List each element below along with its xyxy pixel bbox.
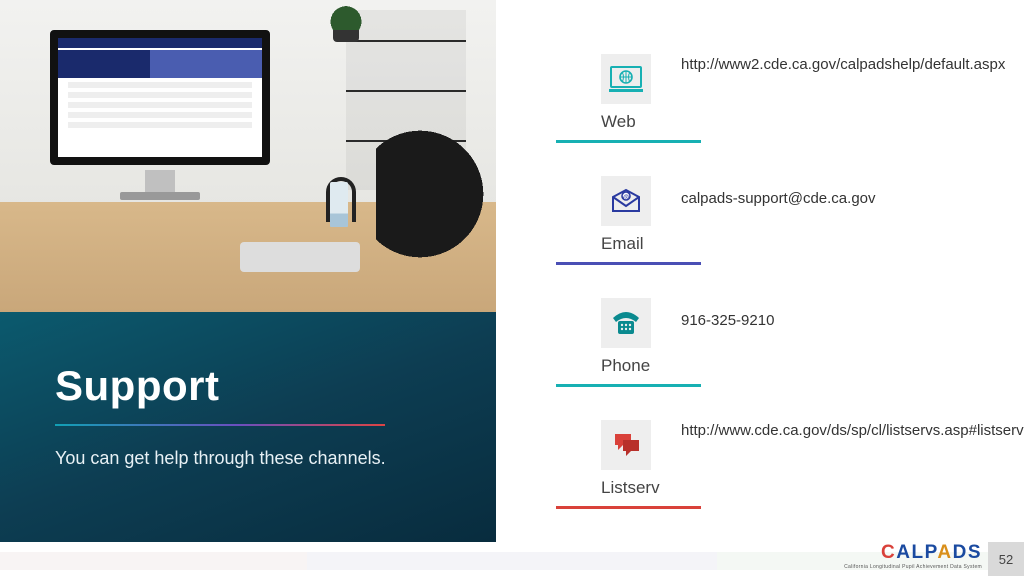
calpads-logo: CALPADS California Longitudinal Pupil Ac… <box>832 542 982 574</box>
channel-phone: 916-325-9210 Phone <box>566 298 984 392</box>
page-number: 52 <box>988 542 1024 576</box>
title-divider <box>55 424 385 426</box>
workspace-photo <box>0 0 496 312</box>
channel-divider <box>556 506 701 509</box>
channel-divider <box>556 262 701 265</box>
channel-label: Listserv <box>601 478 660 498</box>
channel-web: http://www2.cde.ca.gov/calpadshelp/defau… <box>566 54 984 148</box>
footer: CALPADS California Longitudinal Pupil Ac… <box>0 540 1024 576</box>
page-subtitle: You can get help through these channels. <box>55 448 441 469</box>
channel-value: calpads-support@cde.ca.gov <box>681 190 981 209</box>
channel-divider <box>556 384 701 387</box>
channel-divider <box>556 140 701 143</box>
channel-value: 916-325-9210 <box>681 312 981 331</box>
channel-value: http://www.cde.ca.gov/ds/sp/cl/listservs… <box>681 422 981 441</box>
channel-email: @ calpads-support@cde.ca.gov Email <box>566 176 984 270</box>
channel-label: Phone <box>601 356 650 376</box>
channels-column: http://www2.cde.ca.gov/calpadshelp/defau… <box>496 0 1024 576</box>
page-title: Support <box>55 362 441 410</box>
left-column: Support You can get help through these c… <box>0 0 496 576</box>
support-panel: Support You can get help through these c… <box>0 312 496 542</box>
channel-value: http://www2.cde.ca.gov/calpadshelp/defau… <box>681 56 981 75</box>
channel-label: Web <box>601 112 636 132</box>
phone-icon <box>601 298 651 348</box>
email-icon: @ <box>601 176 651 226</box>
channel-listserv: http://www.cde.ca.gov/ds/sp/cl/listservs… <box>566 420 984 514</box>
web-icon <box>601 54 651 104</box>
listserv-icon <box>601 420 651 470</box>
slide: Support You can get help through these c… <box>0 0 1024 576</box>
channel-label: Email <box>601 234 644 254</box>
svg-text:@: @ <box>623 195 629 201</box>
